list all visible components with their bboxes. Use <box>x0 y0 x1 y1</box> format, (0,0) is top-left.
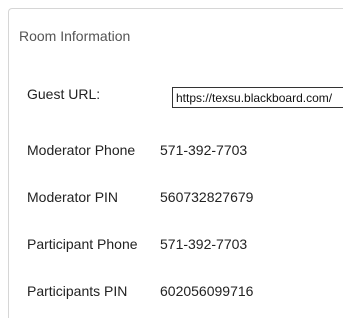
moderator-pin-value: 560732827679 <box>160 189 254 205</box>
guest-url-label: Guest URL: <box>27 86 101 102</box>
participant-phone-label: Participant Phone <box>27 236 138 252</box>
panel-title: Room Information <box>19 28 131 44</box>
moderator-pin-label: Moderator PIN <box>27 189 119 205</box>
guest-url-field[interactable] <box>172 87 343 108</box>
moderator-phone-value: 571-392-7703 <box>160 142 248 158</box>
participants-pin-value: 602056099716 <box>160 283 254 299</box>
participant-phone-value: 571-392-7703 <box>160 236 248 252</box>
participants-pin-label: Participants PIN <box>27 283 128 299</box>
room-information-panel <box>8 8 343 318</box>
moderator-phone-label: Moderator Phone <box>27 142 136 158</box>
